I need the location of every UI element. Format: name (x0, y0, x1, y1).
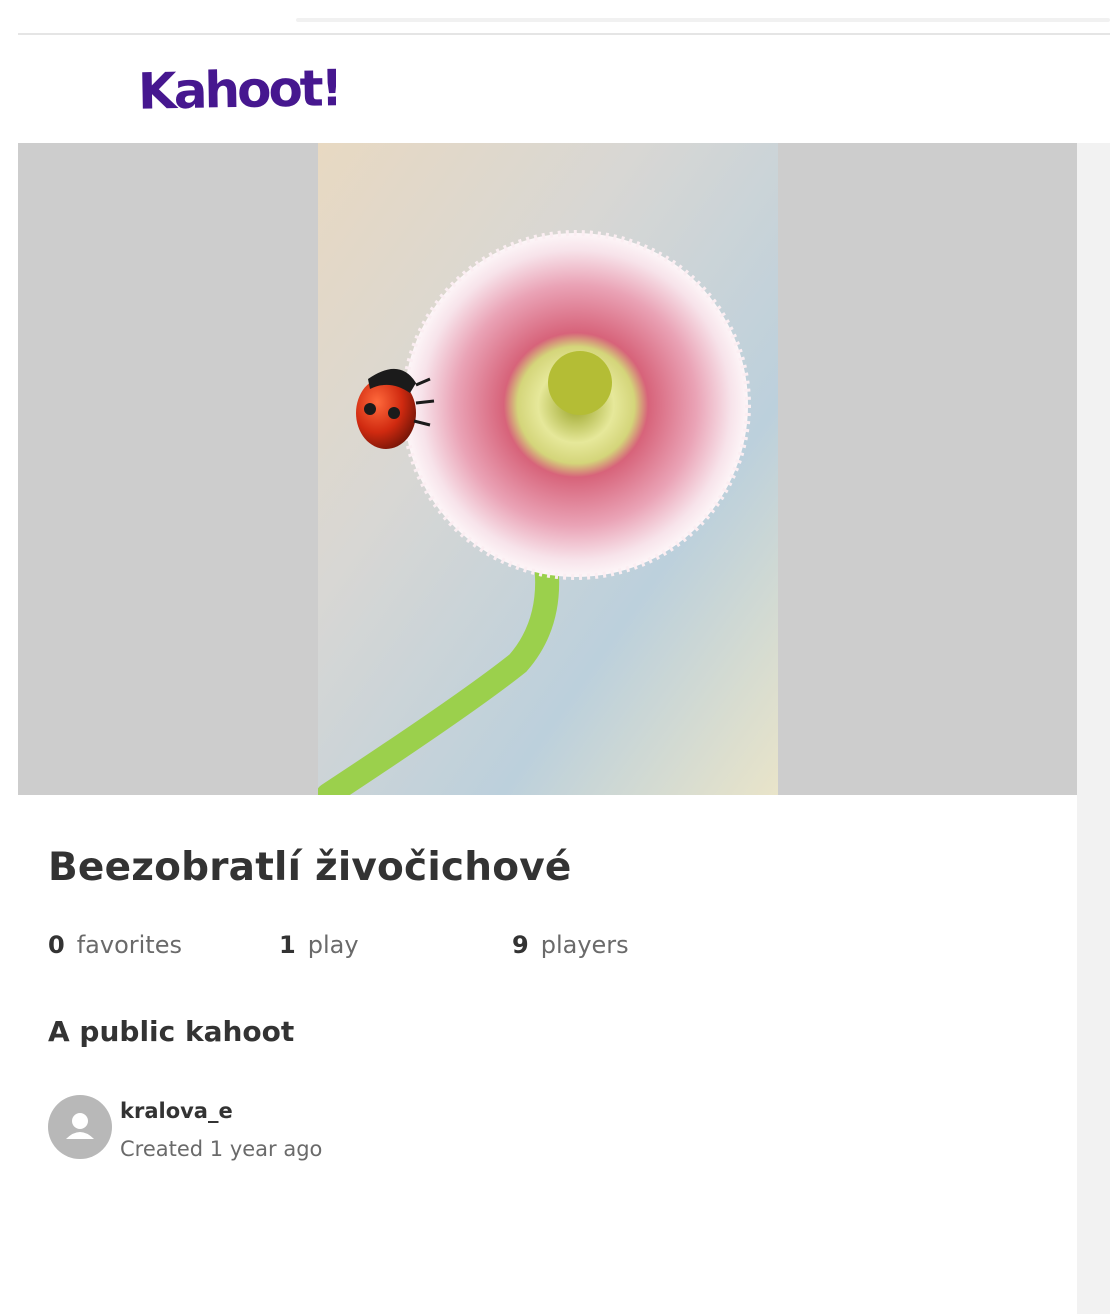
user-avatar-icon (66, 1113, 94, 1139)
ladybug-spot (364, 403, 376, 415)
kahoot-logo-mark: Kahoot! (137, 59, 340, 121)
plays-count: 1 (279, 931, 296, 959)
creator-username[interactable]: kralova_e (120, 1099, 233, 1123)
address-bar-edge (296, 18, 1110, 22)
favorites-count: 0 (48, 931, 65, 959)
ladybug-leg (415, 399, 435, 405)
favorites-stat: 0 favorites (48, 931, 182, 959)
kahoot-logo[interactable]: Kahoot! (136, 51, 340, 132)
browser-top-strip (0, 0, 1110, 35)
kahoot-title: Beezobratlí živočichové (48, 845, 572, 890)
ladybug-spot (388, 407, 400, 419)
visibility-label: A public kahoot (48, 1015, 295, 1048)
players-count: 9 (512, 931, 529, 959)
scrollbar-track[interactable] (1077, 143, 1110, 1314)
site-header: Kahoot! (18, 35, 1110, 143)
players-stat: 9 players (512, 931, 629, 959)
plays-stat: 1 play (279, 931, 359, 959)
flower-center (548, 351, 612, 415)
players-label: players (540, 931, 629, 959)
plays-label: play (307, 931, 359, 959)
kahoot-logo-text: Kahoot! (137, 59, 336, 121)
cover-image-area (18, 143, 1077, 795)
favorites-label: favorites (76, 931, 182, 959)
kahoot-details: Beezobratlí živočichové 0 favorites 1 play… (18, 795, 1077, 1314)
created-date: Created 1 year ago (120, 1137, 323, 1161)
cover-image (318, 143, 778, 795)
creator-avatar[interactable] (48, 1095, 112, 1159)
